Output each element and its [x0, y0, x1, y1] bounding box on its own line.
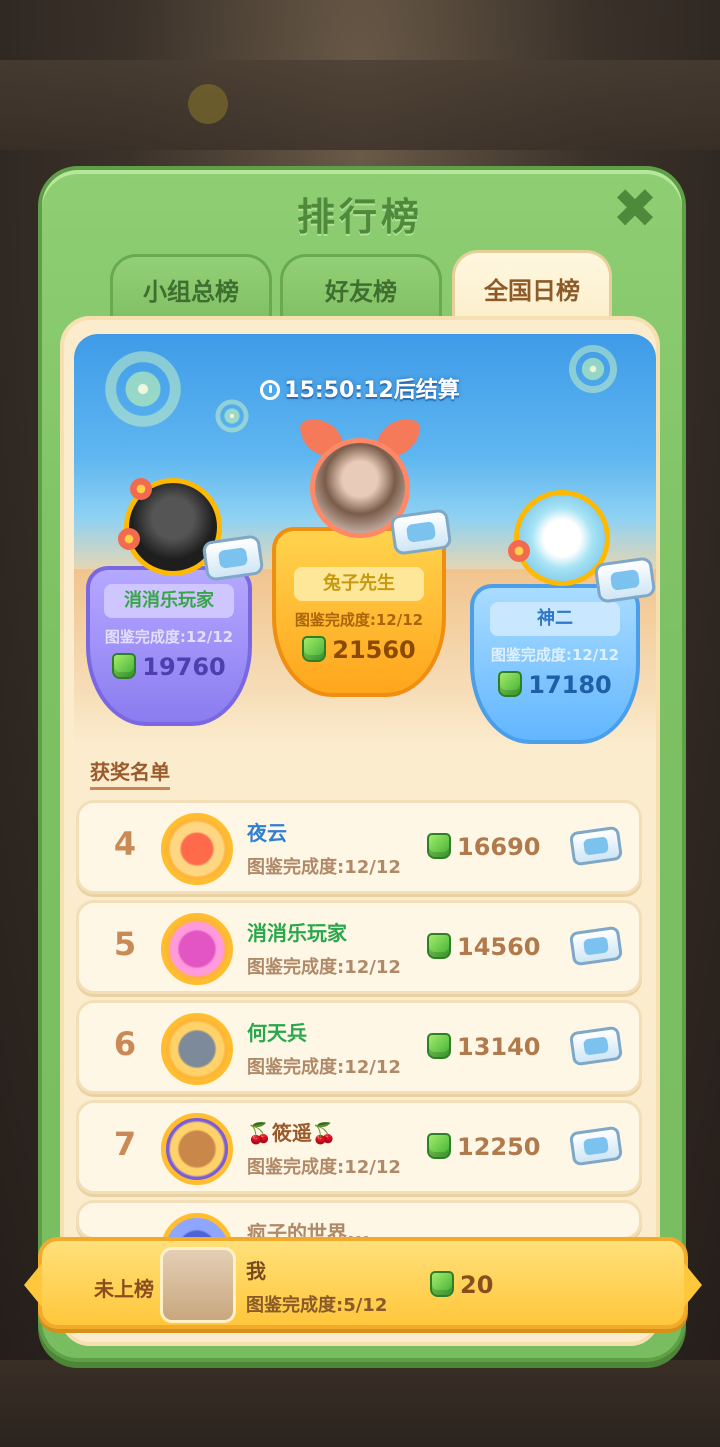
player-progress: 图鉴完成度:12/12	[247, 1157, 401, 1178]
podium-second[interactable]: 消消乐玩家 图鉴完成度:12/12 19760	[86, 566, 252, 726]
countdown-timer: 15:50:12后结算	[0, 372, 720, 404]
podium-second-score: 19760	[142, 653, 226, 681]
background-coin-icon	[188, 84, 228, 124]
rank-number: 6	[113, 1025, 137, 1063]
awards-list-label[interactable]: 获奖名单	[90, 756, 170, 790]
podium-first-score: 21560	[332, 636, 416, 664]
lunchbox-prize-icon[interactable]	[568, 825, 624, 867]
lunchbox-prize-icon	[389, 508, 453, 556]
player-score-wrap: 14560	[427, 933, 541, 961]
podium-first-progress: 图鉴完成度:12/12	[294, 611, 424, 629]
rank-list: 4 夜云 图鉴完成度:12/12 16690 5 消消乐玩家 图鉴完成度:12/…	[76, 800, 642, 1246]
player-name: 消消乐玩家	[247, 921, 347, 945]
close-button[interactable]: ✖	[612, 182, 658, 236]
rank-row[interactable]: 7 🍒筱遥🍒 图鉴完成度:12/12 12250	[76, 1100, 642, 1194]
gem-icon	[427, 833, 451, 859]
lunchbox-prize-icon[interactable]	[568, 1025, 624, 1067]
rank-number: 5	[113, 925, 137, 963]
gem-icon	[498, 671, 523, 697]
lunchbox-prize-icon[interactable]	[568, 925, 624, 967]
player-score: 12250	[457, 1133, 541, 1161]
podium-third[interactable]: 神二 图鉴完成度:12/12 17180	[470, 584, 640, 744]
my-rank-label: 未上榜	[94, 1277, 154, 1301]
player-score: 13140	[457, 1033, 541, 1061]
player-score: 14560	[457, 933, 541, 961]
player-score-wrap: 16690	[427, 833, 541, 861]
podium-first[interactable]: 兔子先生 图鉴完成度:12/12 21560	[272, 527, 446, 697]
rank-row[interactable]: 5 消消乐玩家 图鉴完成度:12/12 14560	[76, 900, 642, 994]
player-score: 16690	[457, 833, 541, 861]
player-progress: 图鉴完成度:12/12	[247, 1057, 401, 1078]
player-avatar[interactable]	[161, 1113, 233, 1185]
podium-second-progress: 图鉴完成度:12/12	[104, 628, 234, 646]
lunchbox-prize-icon	[593, 556, 657, 604]
player-avatar[interactable]	[161, 913, 233, 985]
background-bottom	[0, 1360, 720, 1447]
player-avatar[interactable]	[161, 813, 233, 885]
player-name: 夜云	[247, 821, 287, 845]
my-score-wrap: 20	[430, 1271, 493, 1299]
lunchbox-prize-icon[interactable]	[568, 1125, 624, 1167]
podium-second-score-wrap: 19760	[90, 653, 248, 681]
flower-icon	[118, 528, 140, 550]
player-progress: 图鉴完成度:12/12	[247, 957, 401, 978]
countdown-text: 15:50:12后结算	[284, 378, 460, 403]
my-name: 我	[246, 1259, 266, 1283]
clock-icon	[260, 380, 281, 400]
player-name: 🍒筱遥🍒	[247, 1121, 337, 1145]
my-rank-bar[interactable]: 未上榜 我 图鉴完成度:5/12 20	[24, 1237, 702, 1329]
gem-icon	[112, 653, 137, 679]
rank-row[interactable]: 疯子的世界...	[76, 1200, 642, 1240]
player-avatar[interactable]	[161, 1013, 233, 1085]
rank-number: 7	[113, 1125, 137, 1163]
gem-icon	[302, 636, 327, 662]
player-progress: 图鉴完成度:12/12	[247, 857, 401, 878]
podium-third-progress: 图鉴完成度:12/12	[490, 646, 620, 664]
player-avatar[interactable]	[161, 1213, 233, 1237]
lunchbox-prize-icon	[201, 534, 265, 582]
podium-third-name: 神二	[490, 602, 620, 636]
podium-first-name: 兔子先生	[294, 567, 424, 601]
gem-icon	[430, 1271, 454, 1297]
player-name: 何天兵	[247, 1021, 307, 1045]
rank-number: 4	[113, 825, 137, 863]
my-avatar[interactable]	[160, 1247, 236, 1323]
podium-second-name: 消消乐玩家	[104, 584, 234, 618]
podium-third-score: 17180	[528, 671, 612, 699]
rank-row[interactable]: 4 夜云 图鉴完成度:12/12 16690	[76, 800, 642, 894]
flower-icon	[130, 478, 152, 500]
podium-third-score-wrap: 17180	[474, 671, 636, 699]
player-score-wrap: 12250	[427, 1133, 541, 1161]
player-score-wrap: 13140	[427, 1033, 541, 1061]
flower-icon	[508, 540, 530, 562]
gem-icon	[427, 1133, 451, 1159]
my-score: 20	[460, 1271, 494, 1299]
my-progress: 图鉴完成度:5/12	[246, 1295, 388, 1316]
close-icon: ✖	[612, 177, 658, 240]
podium-first-score-wrap: 21560	[276, 636, 442, 664]
rank-row[interactable]: 6 何天兵 图鉴完成度:12/12 13140	[76, 1000, 642, 1094]
gem-icon	[427, 1033, 451, 1059]
gem-icon	[427, 933, 451, 959]
